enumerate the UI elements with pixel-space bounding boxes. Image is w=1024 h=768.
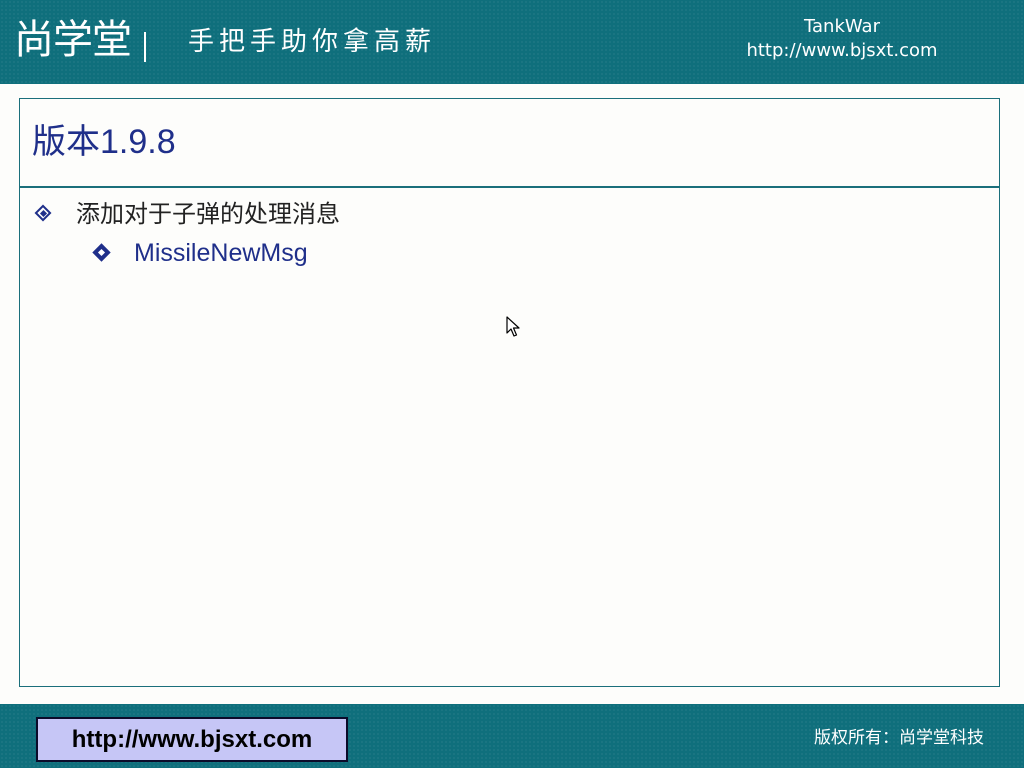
filled-diamond-bullet-icon: [92, 243, 112, 263]
logo-divider: [144, 32, 146, 62]
course-title: TankWar: [804, 16, 880, 37]
website-link-button[interactable]: http://www.bjsxt.com: [36, 717, 348, 762]
logo: 尚学堂: [14, 17, 132, 63]
hollow-diamond-bullet-icon: [34, 204, 54, 224]
slide-footer: http://www.bjsxt.com 版权所有：尚学堂科技: [0, 704, 1024, 768]
sub-bullet-text: MissileNewMsg: [134, 239, 308, 267]
sub-bullet-item: MissileNewMsg: [92, 238, 308, 268]
bullet-item: 添加对于子弹的处理消息: [34, 199, 340, 229]
slide-header: 尚学堂 手把手助你拿高薪 TankWar http://www.bjsxt.co…: [0, 0, 1024, 84]
slide-content-frame: 版本1.9.8 添加对于子弹的处理消息 MissileNewMsg: [19, 98, 1000, 687]
course-url: http://www.bjsxt.com: [746, 40, 938, 61]
mouse-pointer-icon: [506, 316, 520, 337]
course-info: TankWar http://www.bjsxt.com: [712, 15, 972, 63]
bullet-text: 添加对于子弹的处理消息: [76, 200, 340, 228]
slogan: 手把手助你拿高薪: [188, 27, 437, 57]
copyright-text: 版权所有：尚学堂科技: [814, 728, 984, 748]
slide-title-area: 版本1.9.8: [20, 99, 999, 188]
slide-title: 版本1.9.8: [32, 123, 176, 161]
